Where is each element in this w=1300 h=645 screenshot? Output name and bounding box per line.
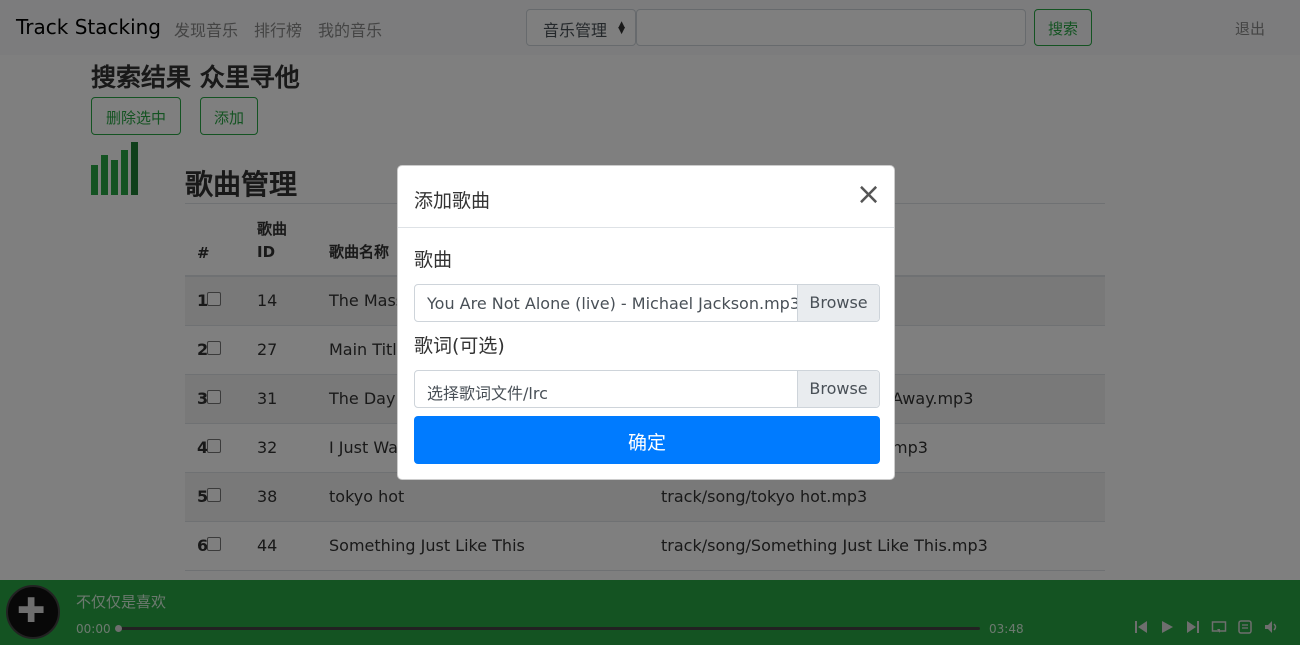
lyrics-file-input[interactable]: 选择歌词文件/lrc Browse <box>414 370 880 408</box>
confirm-button[interactable]: 确定 <box>414 416 880 464</box>
song-browse-button[interactable]: Browse <box>797 285 879 321</box>
add-song-modal: 添加歌曲 × 歌曲 You Are Not Alone (live) - Mic… <box>397 165 895 480</box>
modal-header: 添加歌曲 × <box>398 166 894 228</box>
lyrics-label: 歌词(可选) <box>414 335 505 357</box>
song-file-input[interactable]: You Are Not Alone (live) - Michael Jacks… <box>414 284 880 322</box>
close-icon[interactable]: × <box>856 180 881 210</box>
song-label: 歌曲 <box>414 249 453 271</box>
lyrics-file-placeholder: 选择歌词文件/lrc <box>427 384 548 403</box>
modal-title: 添加歌曲 <box>414 190 491 212</box>
lyrics-browse-button[interactable]: Browse <box>797 371 879 407</box>
song-file-name: You Are Not Alone (live) - Michael Jacks… <box>427 294 800 313</box>
